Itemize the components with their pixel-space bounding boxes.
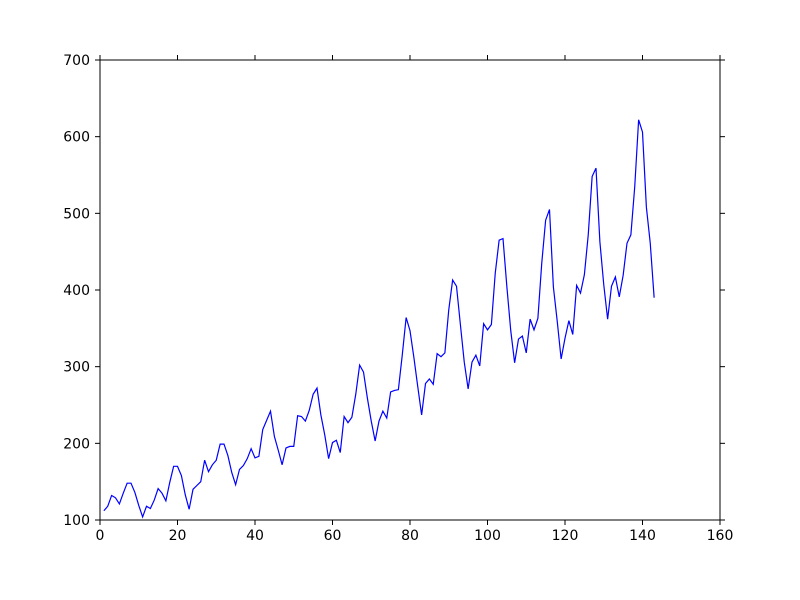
y-tick-label: 500 <box>63 206 90 222</box>
y-axis-ticks: 100 200 300 400 500 600 700 <box>63 53 725 529</box>
chart-container: 0 20 40 60 80 100 120 140 160 100 200 300 400 500 600… <box>0 0 800 600</box>
line-chart: 0 20 40 60 80 100 120 140 160 100 200 300 400 500 600… <box>0 0 800 600</box>
x-tick-label: 80 <box>401 528 419 544</box>
y-tick-label: 100 <box>63 513 90 529</box>
x-tick-label: 100 <box>474 528 501 544</box>
x-tick-label: 0 <box>96 528 105 544</box>
x-tick-label: 160 <box>707 528 734 544</box>
x-tick-label: 140 <box>629 528 656 544</box>
plot-border <box>100 60 720 520</box>
data-series-line <box>104 120 654 517</box>
y-tick-label: 700 <box>63 53 90 69</box>
y-tick-label: 200 <box>63 436 90 452</box>
y-tick-label: 400 <box>63 283 90 299</box>
x-tick-label: 60 <box>324 528 342 544</box>
x-tick-label: 20 <box>169 528 187 544</box>
y-tick-label: 600 <box>63 130 90 146</box>
y-tick-label: 300 <box>63 360 90 376</box>
x-tick-label: 40 <box>246 528 264 544</box>
x-tick-label: 120 <box>552 528 579 544</box>
